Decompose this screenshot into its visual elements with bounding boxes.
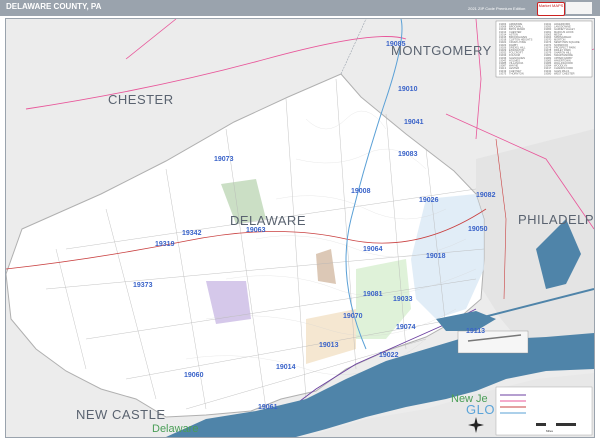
new-castle-county-label: NEW CASTLE	[76, 407, 166, 422]
zip-label[interactable]: 19073	[214, 156, 234, 163]
zip-label[interactable]: 19063	[246, 227, 266, 234]
zip-label[interactable]: 19082	[476, 192, 496, 199]
zip-label[interactable]: 19050	[468, 226, 488, 233]
zip-label[interactable]: 19013	[319, 342, 339, 349]
publisher-mark	[566, 2, 592, 14]
zip-label[interactable]: 19010	[398, 86, 418, 93]
brand-logo: Market MAPS	[537, 2, 565, 16]
edition-label: 2021 ZIP Code Premium Edition	[468, 6, 526, 11]
title-bar: DELAWARE COUNTY, PA 2021 ZIP Code Premiu…	[0, 0, 600, 16]
zip-label[interactable]: 19041	[404, 119, 424, 126]
delaware-state-label: Delaware	[152, 423, 198, 435]
zip-label[interactable]: 19083	[398, 151, 418, 158]
delaware-county-label: DELAWARE	[230, 213, 306, 228]
zip-label[interactable]: 19033	[393, 296, 413, 303]
zip-label[interactable]: 19085	[386, 41, 406, 48]
scale-label: Miles	[546, 429, 554, 433]
zip-label[interactable]: 19018	[426, 253, 446, 260]
zip-label[interactable]: 19008	[351, 188, 371, 195]
philadelphia-county-label: PHILADELPHIA	[518, 212, 594, 227]
zip-label[interactable]: 19342	[182, 230, 202, 237]
legend-place: THORNTON	[509, 71, 524, 75]
brand-text: Market MAPS	[538, 3, 564, 8]
chester-county-label: CHESTER	[108, 92, 174, 107]
zip-label[interactable]: 19026	[419, 197, 439, 204]
key-box	[495, 386, 593, 436]
zip-label[interactable]: 19373	[133, 282, 153, 289]
legend-place: WEST CHESTER	[554, 71, 575, 75]
zip-label[interactable]: 19113	[466, 328, 485, 335]
map-svg[interactable]: CHESTER MONTGOMERY PHILADELPHIA DELAWARE…	[6, 19, 594, 437]
zip-label[interactable]: 19074	[396, 324, 416, 331]
zip-legend: 19003 ARDMORE 19041 HAVERFORD19008 BROOMALL 1…	[495, 20, 593, 78]
scale-bar-gap	[546, 423, 556, 426]
zip-label[interactable]: 19061	[258, 404, 278, 411]
zip-label[interactable]: 19060	[184, 372, 204, 379]
zip-label[interactable]: 19014	[276, 364, 296, 371]
map-title: DELAWARE COUNTY, PA	[6, 2, 102, 11]
zip-label[interactable]: 19081	[363, 291, 383, 298]
map-key: Miles	[495, 386, 593, 436]
zip-label[interactable]: 19070	[343, 313, 363, 320]
legend-zip: 19380	[544, 71, 552, 75]
legend-zip: 19373	[499, 71, 507, 75]
montgomery-county-label: MONTGOMERY	[391, 43, 492, 58]
map-canvas[interactable]: CHESTER MONTGOMERY PHILADELPHIA DELAWARE…	[5, 18, 595, 438]
map-frame: DELAWARE COUNTY, PA 2021 ZIP Code Premiu…	[0, 0, 600, 441]
new-jersey-label: New Je	[451, 393, 488, 405]
zip-label[interactable]: 19022	[379, 352, 399, 359]
zip-label[interactable]: 19064	[363, 246, 383, 253]
zip-label[interactable]: 19319	[155, 241, 175, 248]
